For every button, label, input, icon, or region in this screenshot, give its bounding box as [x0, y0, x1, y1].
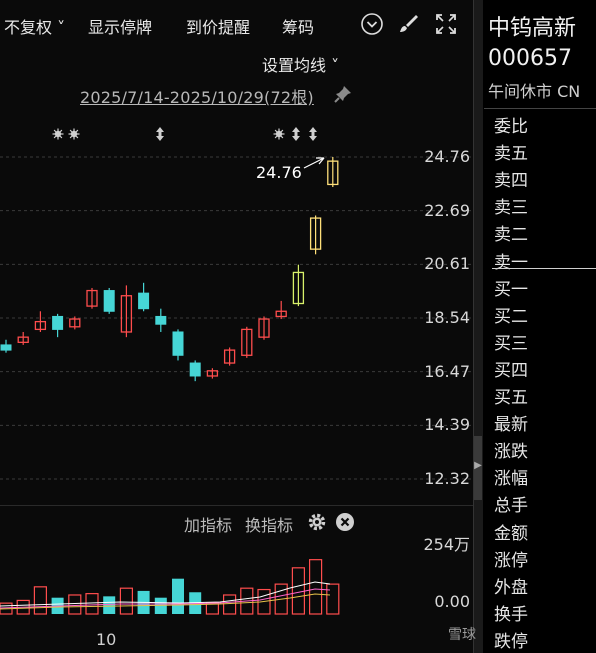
quote-row-label: 卖三: [494, 198, 528, 219]
stock-code: 000657: [488, 46, 572, 71]
event-marker-ray: [69, 135, 73, 139]
high-annotation: 24.76: [256, 157, 325, 182]
volume-bar: [326, 583, 340, 615]
volume-bar: [291, 567, 305, 615]
quote-row-label: 委比: [494, 117, 528, 137]
quote-row-label: 卖五: [494, 144, 528, 165]
candlestick-chart[interactable]: 24.76: [0, 0, 473, 653]
event-marker-ray: [280, 135, 284, 139]
add-indicator-button[interactable]: 加指标: [184, 512, 232, 536]
scroll-arrow-icon[interactable]: ▶: [474, 460, 482, 471]
quote-row-label: 涨幅: [494, 469, 528, 490]
price-tick-label: 24.76: [424, 147, 470, 166]
volume-bar: [223, 594, 237, 615]
event-marker-ray: [53, 135, 57, 139]
quote-row-label: 外盘: [494, 577, 528, 598]
event-marker-arrow: [309, 127, 317, 141]
candle-body: [189, 362, 201, 377]
event-marker-ray: [75, 135, 79, 139]
price-tick-label: 18.54: [424, 308, 470, 327]
quote-row-label: 买四: [494, 360, 528, 381]
volume-bar: [119, 587, 134, 615]
quote-row-label: 涨跌: [494, 442, 528, 463]
annotation-arrow-line: [303, 157, 325, 169]
event-marker-ray: [53, 129, 57, 133]
candle-body: [172, 331, 184, 356]
volume-bar: [85, 593, 99, 615]
quote-row-label: 卖四: [494, 171, 528, 192]
event-marker-ray: [274, 135, 278, 139]
volume-ma-lines: [0, 581, 331, 610]
price-tick-label: 14.39: [424, 415, 470, 435]
quote-row-label: 买二: [494, 306, 528, 327]
price-grid: [0, 156, 473, 480]
candle-body: [103, 290, 115, 312]
candle-body: [0, 344, 12, 351]
gear-icon[interactable]: [307, 512, 327, 532]
candle-body: [138, 292, 150, 310]
watermark: 雪球: [448, 627, 476, 643]
quote-row-label: 卖二: [494, 225, 528, 246]
event-marker-ray: [75, 129, 79, 133]
event-marker-arrow: [156, 127, 164, 141]
quote-row-label: 买一: [494, 279, 528, 300]
switch-indicator-button[interactable]: 换指标: [245, 512, 293, 536]
quote-list: 委比 卖五 卖四 卖三 卖二 卖一 买一 买二 买三 买四 买五 最新 涨跌 涨幅 总手 金额 涨停 外盘 换手 跌停: [484, 108, 596, 652]
x-axis-tick: 10: [96, 630, 117, 649]
scrollbar[interactable]: [473, 0, 483, 653]
market-status: 午间休市 CN: [488, 82, 581, 101]
quote-row-label: 买五: [494, 388, 528, 408]
volume-bar: [68, 594, 82, 615]
quote-row-label: 买三: [494, 333, 528, 354]
event-marker-arrow: [292, 127, 300, 141]
quote-panel: 中钨高新 000657 午间休市 CN 委比 卖五 卖四 卖三 卖二 卖一 买一 买二 买三 买四…: [484, 0, 596, 653]
event-marker-ray: [274, 129, 278, 133]
event-markers: [52, 127, 317, 141]
quote-row-label: 换手: [494, 604, 528, 625]
bid-ask-divider: [492, 268, 596, 269]
price-tick-label: 12.32: [424, 469, 470, 488]
stock-name: 中钨高新: [488, 16, 577, 41]
volume-ma-white: [0, 581, 331, 607]
event-marker-ray: [69, 129, 73, 133]
candle-body: [155, 315, 167, 325]
volume-bar: [33, 586, 48, 615]
price-tick-label: 22.69: [424, 200, 470, 220]
indicator-bar: [0, 505, 473, 539]
event-marker-ray: [280, 129, 284, 133]
quote-row-label: 跌停: [494, 631, 528, 652]
volume-bar: [309, 559, 323, 615]
volume-bar: [172, 578, 184, 614]
quote-row-label: 总手: [494, 496, 528, 517]
candles: [0, 157, 339, 382]
price-tick-label: 20.61: [424, 254, 470, 274]
price-tick-label: 16.47: [424, 361, 470, 381]
quote-row-label: 最新: [494, 415, 528, 436]
high-price-label: 24.76: [256, 163, 302, 182]
close-icon[interactable]: [335, 512, 355, 532]
event-marker-ray: [59, 135, 63, 139]
volume-tick-label: 0.00: [434, 592, 470, 611]
event-marker-ray: [59, 129, 63, 133]
quote-row-label: 涨停: [494, 550, 528, 571]
quote-row-label: 金额: [494, 523, 528, 544]
candle-body: [52, 315, 64, 330]
volume-bar: [103, 596, 116, 614]
